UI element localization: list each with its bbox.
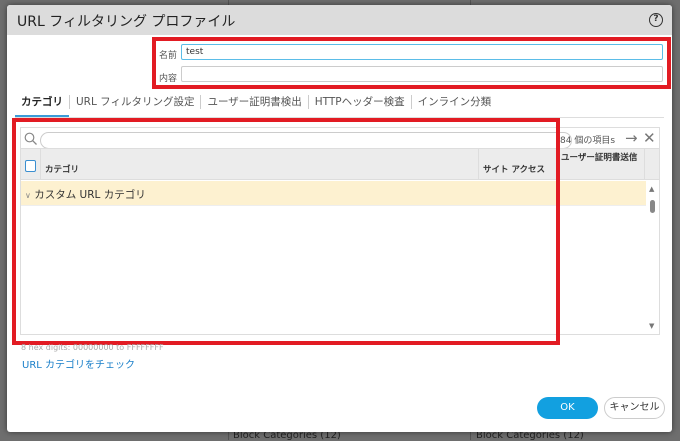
clear-filter-close-icon[interactable]: ✕: [643, 129, 656, 147]
scroll-up-icon[interactable]: ▲: [649, 185, 654, 193]
scroll-thumb[interactable]: [650, 200, 655, 213]
description-input[interactable]: [181, 66, 663, 82]
vertical-scrollbar[interactable]: ▲ ▼: [646, 181, 659, 334]
check-url-category-link[interactable]: URL カテゴリをチェック: [22, 356, 135, 371]
hint-text: 8 hex digits: 00000000 to FFFFFFFF: [21, 343, 164, 352]
highlight-box-grid: [12, 118, 560, 345]
url-filtering-profile-dialog: URL フィルタリング プロファイル ? 名前 test 内容 カテゴリ URL…: [7, 5, 672, 432]
tab-inline-classification[interactable]: インライン分類: [412, 95, 498, 109]
tab-user-credential-detection[interactable]: ユーザー証明書検出: [201, 95, 309, 109]
dialog-title: URL フィルタリング プロファイル: [17, 14, 236, 30]
cancel-button[interactable]: キャンセル: [604, 397, 665, 419]
apply-filter-arrow-icon[interactable]: →: [625, 129, 638, 147]
tab-category[interactable]: カテゴリ: [15, 95, 70, 117]
help-icon[interactable]: ?: [649, 13, 663, 27]
description-label: 内容: [159, 74, 178, 84]
tab-http-header-insertion[interactable]: HTTPヘッダー検査: [309, 95, 412, 109]
item-count: 84 個の項目s: [560, 136, 616, 146]
column-header-user-credential-submission[interactable]: ユーザー証明書送信: [557, 149, 645, 180]
name-label: 名前: [159, 51, 178, 61]
ok-button[interactable]: OK: [537, 397, 598, 419]
tab-bar: カテゴリ URL フィルタリング設定 ユーザー証明書検出 HTTPヘッダー検査 …: [15, 95, 498, 117]
tab-url-filtering-settings[interactable]: URL フィルタリング設定: [70, 95, 202, 109]
dialog-header: URL フィルタリング プロファイル ?: [7, 5, 672, 35]
scroll-down-icon[interactable]: ▼: [649, 322, 654, 330]
name-input[interactable]: test: [181, 44, 663, 60]
